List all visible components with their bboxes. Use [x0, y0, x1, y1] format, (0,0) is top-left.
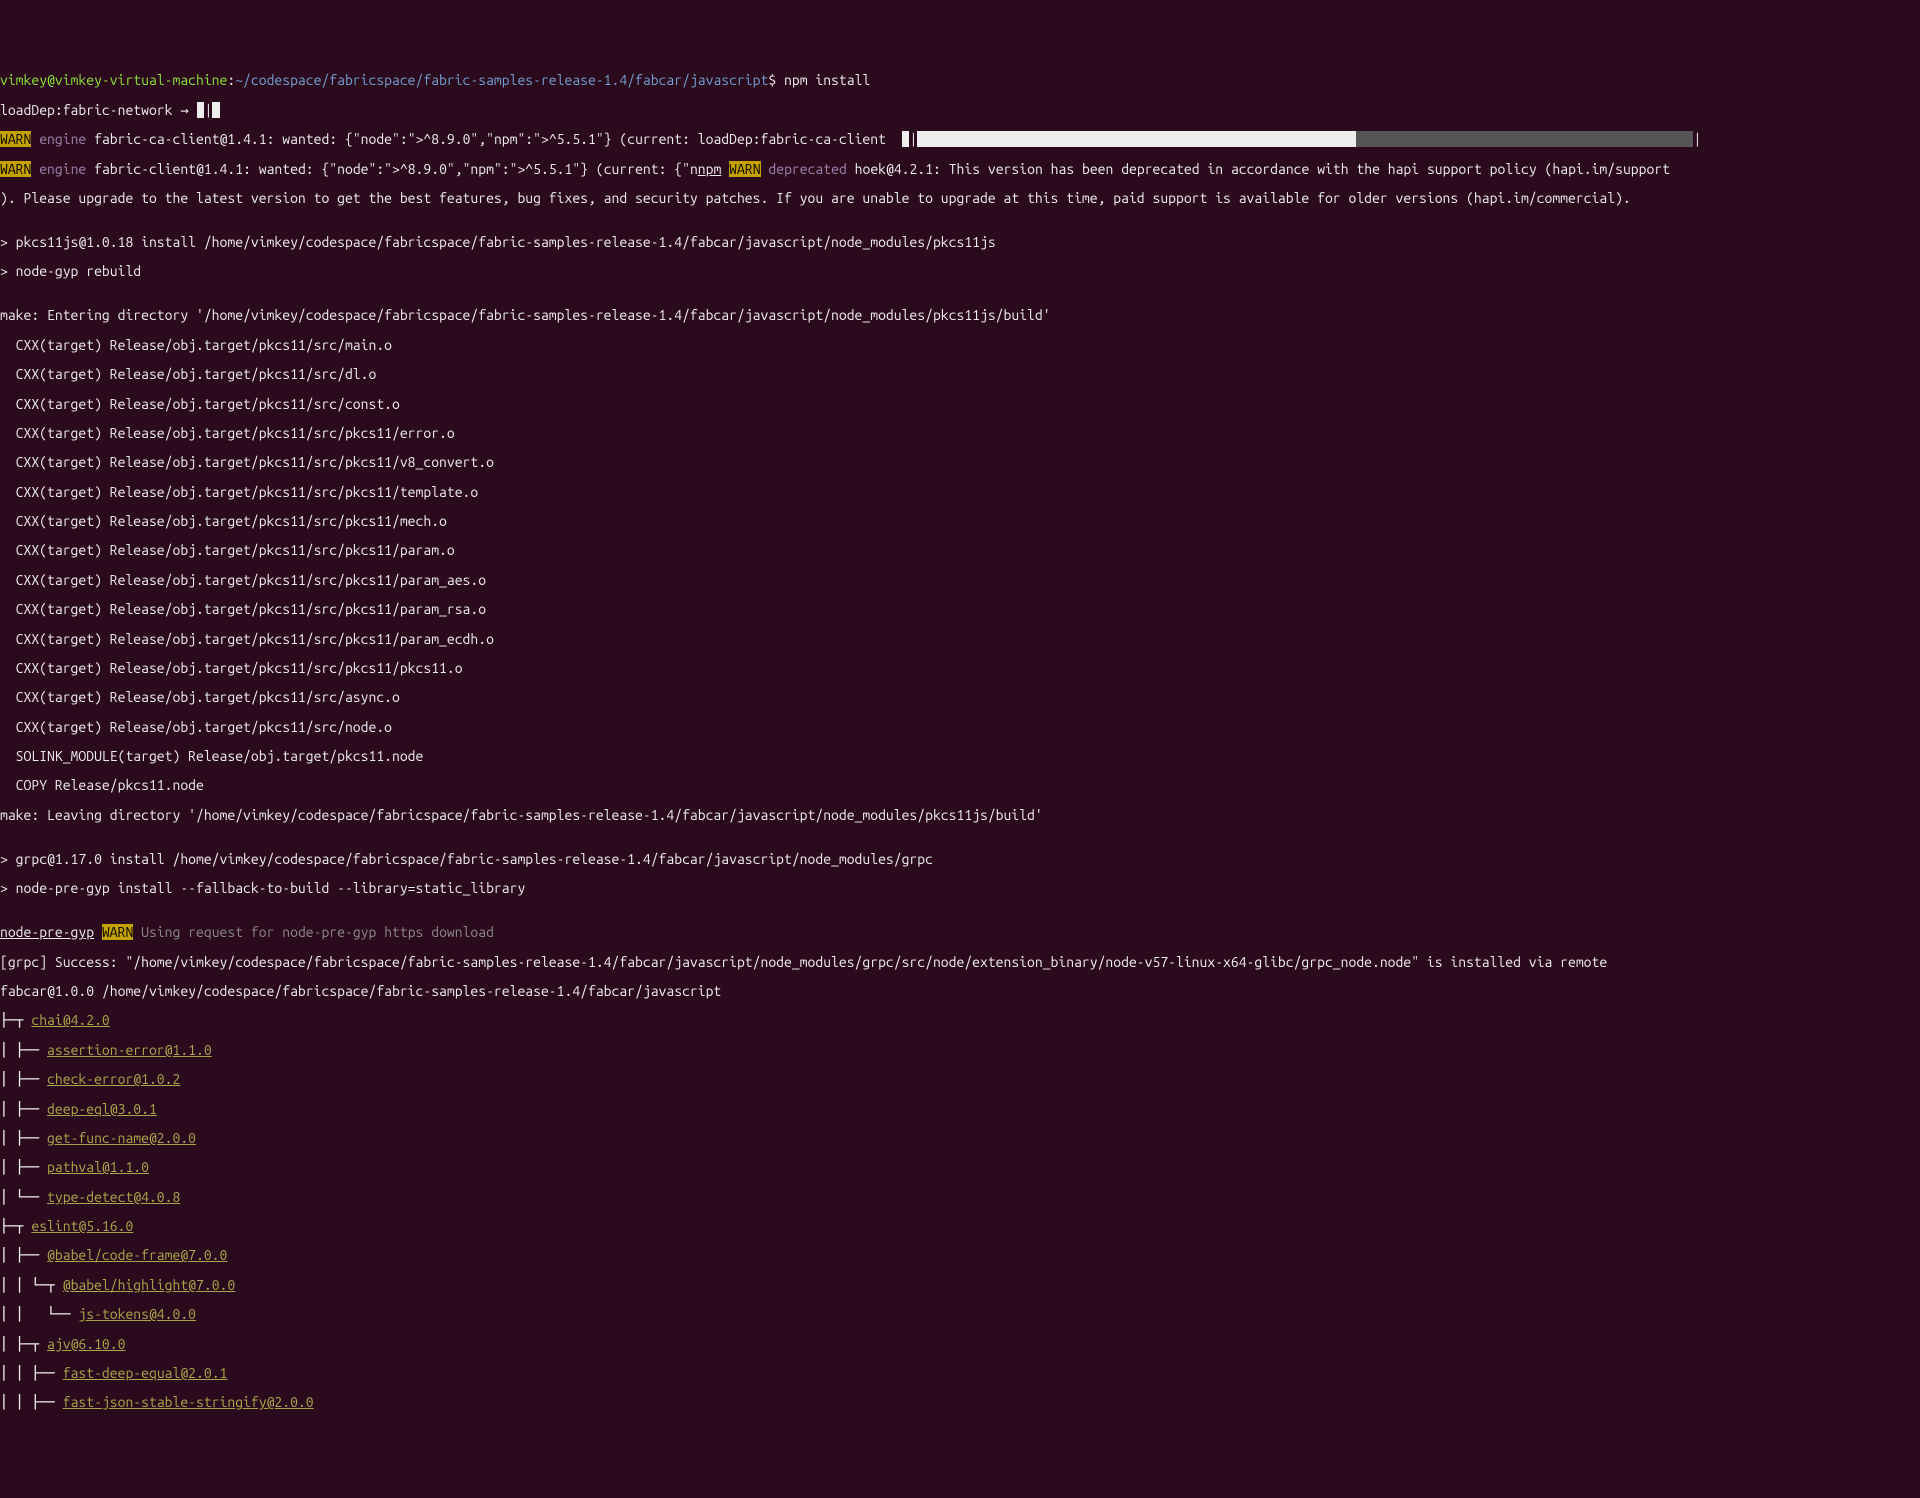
- cxx-line: CXX(target) Release/obj.target/pkcs11/sr…: [0, 661, 1920, 676]
- warn-badge: WARN: [0, 161, 31, 177]
- warn-line-1: WARN engine fabric-ca-client@1.4.1: want…: [0, 132, 1920, 147]
- make-enter: make: Entering directory '/home/vimkey/c…: [0, 308, 1920, 323]
- tree-item: │ ├─┬ ajv@6.10.0: [0, 1337, 1920, 1352]
- user-host: vimkey@vimkey-virtual-machine: [0, 72, 227, 88]
- pkg: eslint@5.16.0: [31, 1218, 133, 1234]
- pkg: js-tokens@4.0.0: [78, 1306, 196, 1322]
- cwd: ~/codespace/fabricspace/fabric-samples-r…: [235, 72, 768, 88]
- pkg: assertion-error@1.1.0: [47, 1042, 212, 1058]
- cxx-line: CXX(target) Release/obj.target/pkcs11/sr…: [0, 602, 1920, 617]
- tree-item: │ ├── check-error@1.0.2: [0, 1072, 1920, 1087]
- warn-badge: WARN: [729, 161, 760, 177]
- tree-item: │ │ └── js-tokens@4.0.0: [0, 1307, 1920, 1322]
- tree-item: │ │ └─┬ @babel/highlight@7.0.0: [0, 1278, 1920, 1293]
- grpc-install: > grpc@1.17.0 install /home/vimkey/codes…: [0, 852, 1920, 867]
- tree-item: │ └── type-detect@4.0.8: [0, 1190, 1920, 1205]
- cxx-line: CXX(target) Release/obj.target/pkcs11/sr…: [0, 632, 1920, 647]
- tree-item: │ ├── pathval@1.1.0: [0, 1160, 1920, 1175]
- pkg: deep-eql@3.0.1: [47, 1101, 157, 1117]
- node-gyp: > node-gyp rebuild: [0, 264, 1920, 279]
- tree-item: │ │ ├── fast-json-stable-stringify@2.0.0: [0, 1395, 1920, 1410]
- pkg: check-error@1.0.2: [47, 1071, 180, 1087]
- pkg: type-detect@4.0.8: [47, 1189, 180, 1205]
- cxx-line: CXX(target) Release/obj.target/pkcs11/sr…: [0, 426, 1920, 441]
- warn-badge: WARN: [102, 924, 133, 940]
- warn-badge: WARN: [0, 131, 31, 147]
- npg-warn: node-pre-gyp WARN Using request for node…: [0, 925, 1920, 940]
- pkcs-install: > pkcs11js@1.0.18 install /home/vimkey/c…: [0, 235, 1920, 250]
- command: npm install: [776, 72, 870, 88]
- tree-item: │ ├── deep-eql@3.0.1: [0, 1102, 1920, 1117]
- solink-line: SOLINK_MODULE(target) Release/obj.target…: [0, 749, 1920, 764]
- cxx-line: CXX(target) Release/obj.target/pkcs11/sr…: [0, 543, 1920, 558]
- cxx-line: CXX(target) Release/obj.target/pkcs11/sr…: [0, 397, 1920, 412]
- cxx-line: CXX(target) Release/obj.target/pkcs11/sr…: [0, 367, 1920, 382]
- tree-item: ├─┬ chai@4.2.0: [0, 1013, 1920, 1028]
- loaddep-line: loadDep:fabric-network → |: [0, 103, 1920, 118]
- pkg: get-func-name@2.0.0: [47, 1130, 196, 1146]
- pkg: @babel/highlight@7.0.0: [63, 1277, 235, 1293]
- cxx-line: CXX(target) Release/obj.target/pkcs11/sr…: [0, 720, 1920, 735]
- grpc-npg: > node-pre-gyp install --fallback-to-bui…: [0, 881, 1920, 896]
- pkg: chai@4.2.0: [31, 1012, 109, 1028]
- tree-item: │ │ ├── fast-deep-equal@2.0.1: [0, 1366, 1920, 1381]
- make-leave: make: Leaving directory '/home/vimkey/co…: [0, 808, 1920, 823]
- pkg: ajv@6.10.0: [47, 1336, 125, 1352]
- pkg: fast-deep-equal@2.0.1: [63, 1365, 228, 1381]
- tree-item: │ ├── assertion-error@1.1.0: [0, 1043, 1920, 1058]
- cxx-line: CXX(target) Release/obj.target/pkcs11/sr…: [0, 455, 1920, 470]
- fabcar-path: fabcar@1.0.0 /home/vimkey/codespace/fabr…: [0, 984, 1920, 999]
- cxx-line: CXX(target) Release/obj.target/pkcs11/sr…: [0, 485, 1920, 500]
- warn-line-2: WARN engine fabric-client@1.4.1: wanted:…: [0, 162, 1920, 177]
- cxx-line: CXX(target) Release/obj.target/pkcs11/sr…: [0, 338, 1920, 353]
- pkg: pathval@1.1.0: [47, 1159, 149, 1175]
- warn-line-2-cont: ). Please upgrade to the latest version …: [0, 191, 1920, 206]
- grpc-success: [grpc] Success: "/home/vimkey/codespace/…: [0, 955, 1920, 970]
- tree-item: │ ├── get-func-name@2.0.0: [0, 1131, 1920, 1146]
- cxx-line: CXX(target) Release/obj.target/pkcs11/sr…: [0, 514, 1920, 529]
- copy-line: COPY Release/pkcs11.node: [0, 778, 1920, 793]
- terminal-output[interactable]: vimkey@vimkey-virtual-machine:~/codespac…: [0, 59, 1920, 1425]
- prompt-line: vimkey@vimkey-virtual-machine:~/codespac…: [0, 73, 1920, 88]
- tree-item: ├─┬ eslint@5.16.0: [0, 1219, 1920, 1234]
- tree-item: │ ├── @babel/code-frame@7.0.0: [0, 1248, 1920, 1263]
- pkg: fast-json-stable-stringify@2.0.0: [63, 1394, 314, 1410]
- cxx-line: CXX(target) Release/obj.target/pkcs11/sr…: [0, 690, 1920, 705]
- cxx-line: CXX(target) Release/obj.target/pkcs11/sr…: [0, 573, 1920, 588]
- pkg: @babel/code-frame@7.0.0: [47, 1247, 227, 1263]
